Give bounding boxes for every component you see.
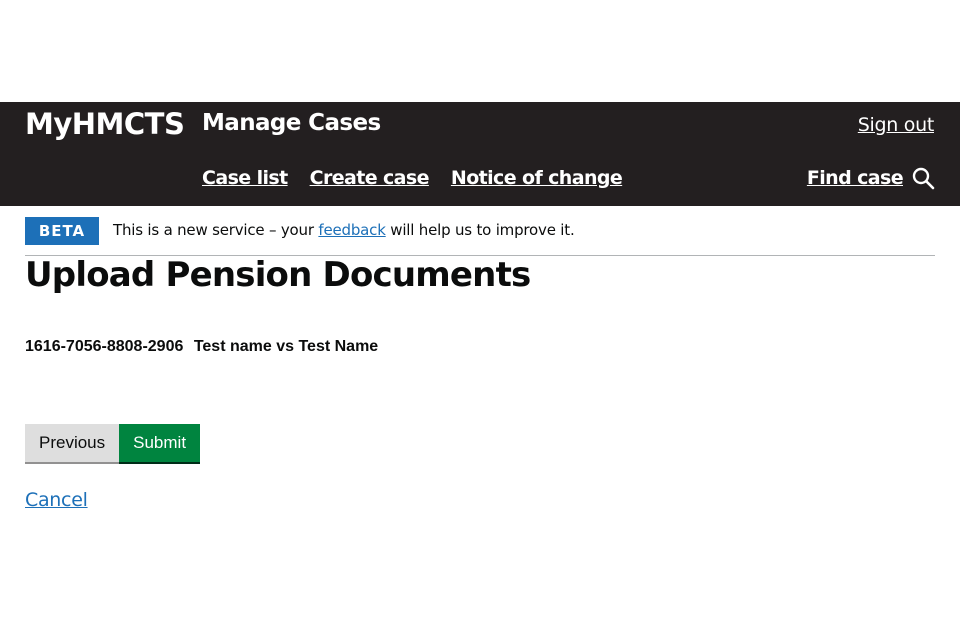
service-name[interactable]: Manage Cases <box>202 110 381 136</box>
case-reference: 1616-7056-8808-2906 Test name vs Test Na… <box>25 338 378 356</box>
find-case: Find case <box>807 166 935 190</box>
page-title: Upload Pension Documents <box>25 255 531 295</box>
cancel-link[interactable]: Cancel <box>25 489 88 511</box>
phase-banner: BETA This is a new service – your feedba… <box>25 217 935 256</box>
case-name: Test name vs Test Name <box>193 338 379 355</box>
site-header: MyHMCTS Manage Cases Sign out Case list … <box>0 102 960 206</box>
submit-button[interactable]: Submit <box>119 424 201 462</box>
phase-banner-text-before: This is a new service – your <box>113 221 314 239</box>
previous-button[interactable]: Previous <box>25 424 120 462</box>
beta-tag: BETA <box>25 217 99 245</box>
nav-create-case[interactable]: Create case <box>310 167 430 189</box>
case-number: 1616-7056-8808-2906 <box>25 338 184 355</box>
find-case-link[interactable]: Find case <box>807 167 904 189</box>
form-actions: Previous Submit <box>25 424 201 462</box>
brand-logo[interactable]: MyHMCTS <box>25 107 185 141</box>
sign-out-link[interactable]: Sign out <box>858 114 935 136</box>
primary-nav: Case list Create case Notice of change <box>202 167 623 189</box>
nav-case-list[interactable]: Case list <box>202 167 288 189</box>
phase-banner-text: This is a new service – your feedback wi… <box>113 221 575 239</box>
nav-notice-of-change[interactable]: Notice of change <box>451 167 623 189</box>
search-icon[interactable] <box>911 166 935 190</box>
phase-banner-text-after: will help us to improve it. <box>390 221 575 239</box>
feedback-link[interactable]: feedback <box>318 221 386 239</box>
